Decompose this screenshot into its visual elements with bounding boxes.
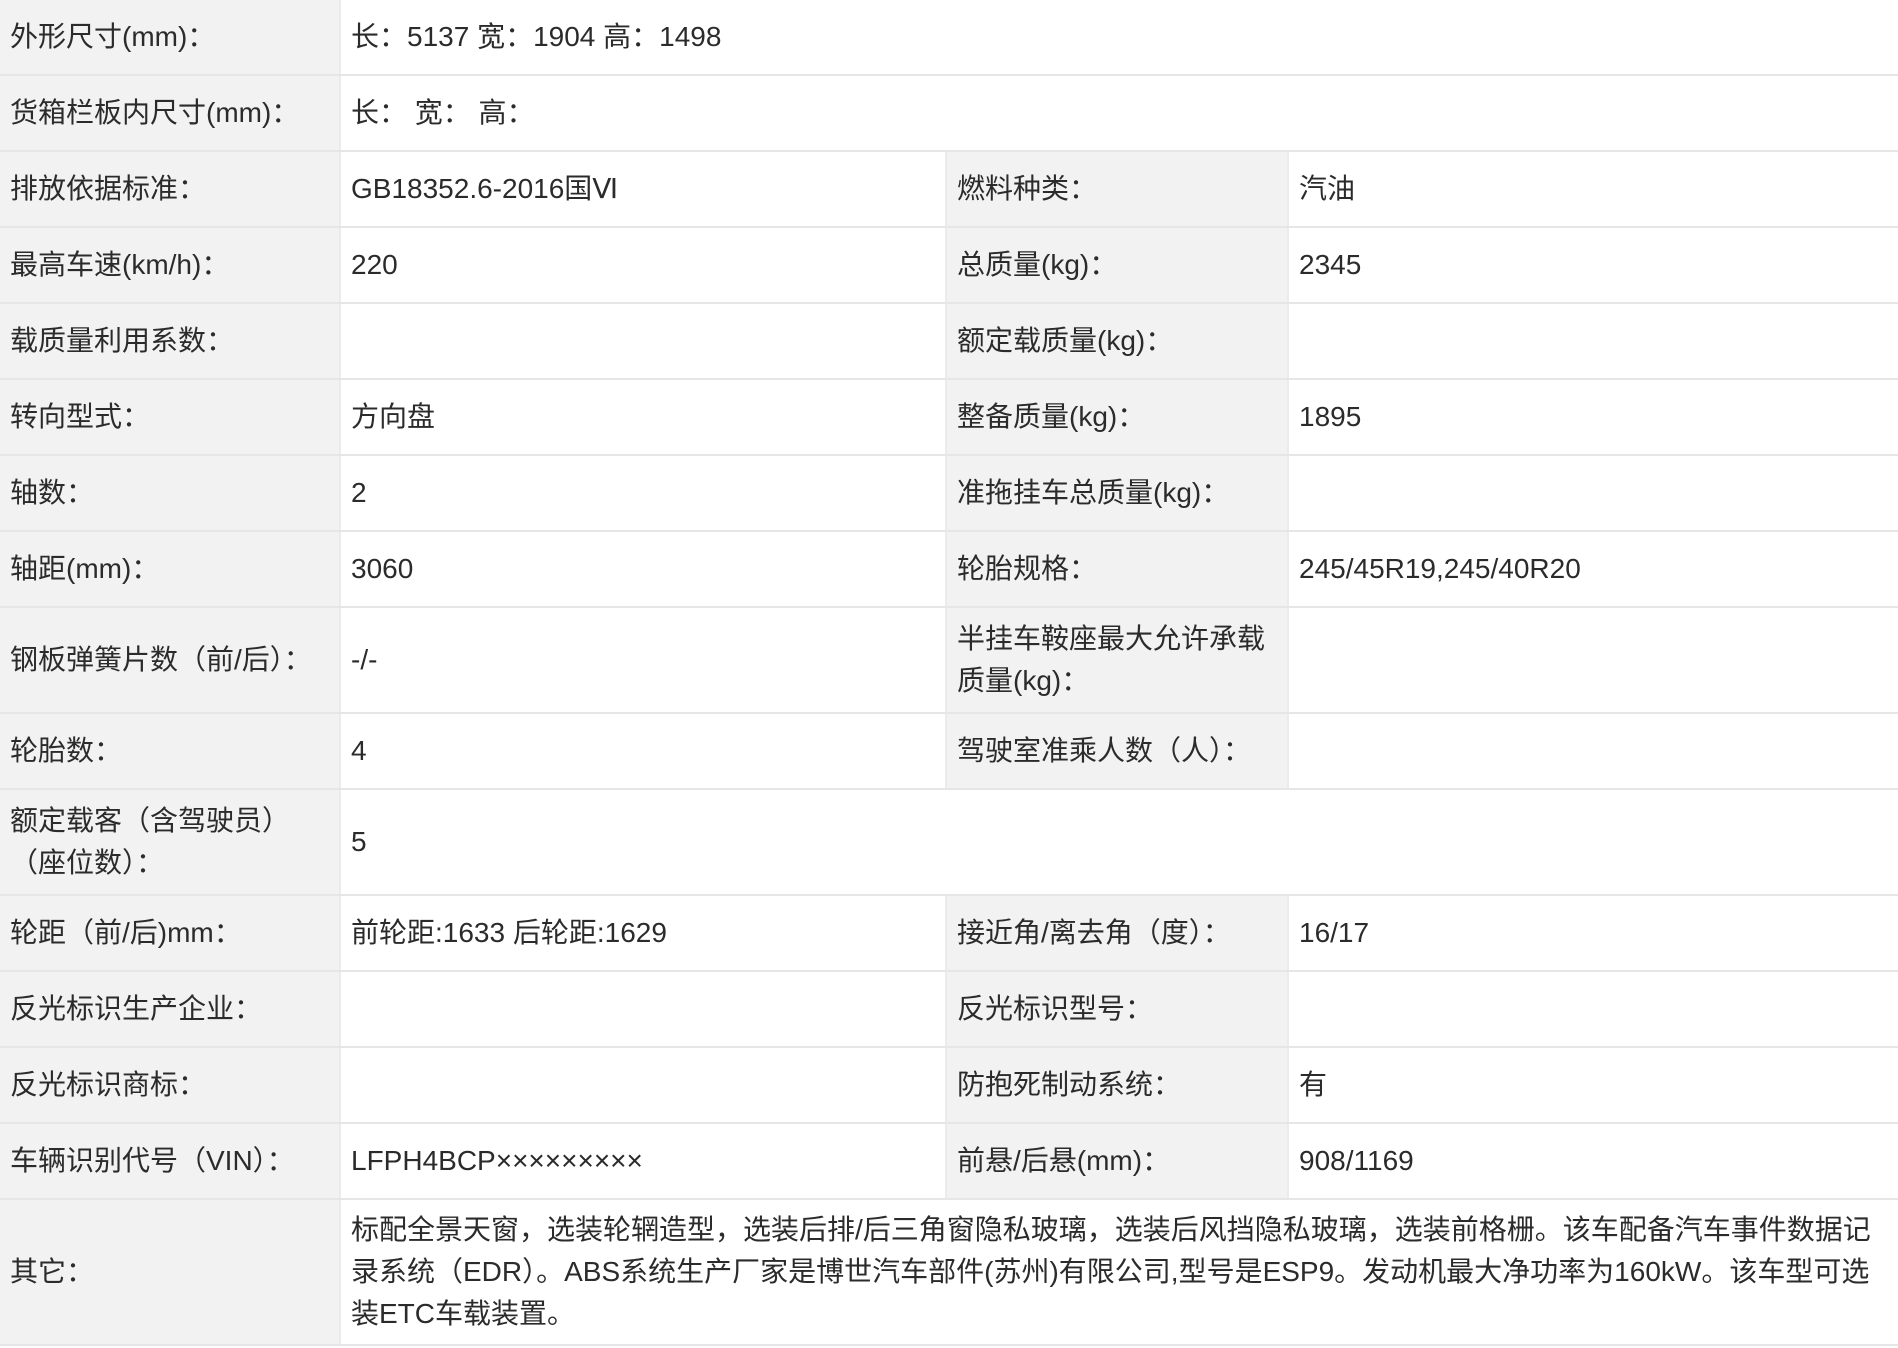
reflector-model-label: 反光标识型号： [946,971,1289,1048]
approach-departure-angle-label: 接近角/离去角（度）： [946,895,1289,972]
leaf-spring-count-label: 钢板弹簧片数（前/后）： [0,607,341,714]
seating-capacity-label: 额定载客（含驾驶员）（座位数）： [0,789,341,896]
table-row: 轴数： 2 准拖挂车总质量(kg)： [0,455,1898,532]
leaf-spring-count-value: -/- [340,607,947,714]
table-row: 排放依据标准： GB18352.6-2016国Ⅵ 燃料种类： 汽油 [0,151,1898,228]
table-row: 轮距（前/后)mm： 前轮距:1633 后轮距:1629 接近角/离去角（度）：… [0,895,1898,972]
tire-spec-value: 245/45R19,245/40R20 [1288,531,1898,608]
total-mass-label: 总质量(kg)： [946,227,1289,304]
trailer-mass-label: 准拖挂车总质量(kg)： [946,455,1289,532]
other-label: 其它： [0,1199,341,1346]
table-row: 其它： 标配全景天窗，选装轮辋造型，选装后排/后三角窗隐私玻璃，选装后风挡隐私玻… [0,1199,1898,1346]
load-utilization-value [340,303,947,380]
cargo-box-dimensions-value: 长： 宽： 高： [340,75,1898,152]
dimensions-value: 长：5137 宽：1904 高：1498 [340,0,1898,76]
emission-standard-value: GB18352.6-2016国Ⅵ [340,151,947,228]
wheelbase-label: 轴距(mm)： [0,531,341,608]
reflector-manufacturer-value [340,971,947,1048]
table-row: 反光标识商标： 防抱死制动系统： 有 [0,1047,1898,1124]
tire-spec-label: 轮胎规格： [946,531,1289,608]
wheelbase-value: 3060 [340,531,947,608]
axle-count-value: 2 [340,455,947,532]
table-row: 反光标识生产企业： 反光标识型号： [0,971,1898,1048]
vin-label: 车辆识别代号（VIN）： [0,1123,341,1200]
table-row: 额定载客（含驾驶员）（座位数）： 5 [0,789,1898,896]
vehicle-spec-table: 外形尺寸(mm)： 长：5137 宽：1904 高：1498 货箱栏板内尺寸(m… [0,0,1898,1346]
tire-count-label: 轮胎数： [0,713,341,790]
curb-mass-label: 整备质量(kg)： [946,379,1289,456]
reflector-manufacturer-label: 反光标识生产企业： [0,971,341,1048]
steering-type-label: 转向型式： [0,379,341,456]
table-row: 轮胎数： 4 驾驶室准乘人数（人）： [0,713,1898,790]
emission-standard-label: 排放依据标准： [0,151,341,228]
overhang-label: 前悬/后悬(mm)： [946,1123,1289,1200]
table-row: 钢板弹簧片数（前/后）： -/- 半挂车鞍座最大允许承载质量(kg)： [0,607,1898,714]
table-row: 车辆识别代号（VIN）： LFPH4BCP××××××××× 前悬/后悬(mm)… [0,1123,1898,1200]
max-speed-value: 220 [340,227,947,304]
fuel-type-value: 汽油 [1288,151,1898,228]
cargo-box-dimensions-label: 货箱栏板内尺寸(mm)： [0,75,341,152]
fuel-type-label: 燃料种类： [946,151,1289,228]
trailer-mass-value [1288,455,1898,532]
tire-count-value: 4 [340,713,947,790]
abs-label: 防抱死制动系统： [946,1047,1289,1124]
reflector-model-value [1288,971,1898,1048]
load-utilization-label: 载质量利用系数： [0,303,341,380]
dimensions-label: 外形尺寸(mm)： [0,0,341,76]
rated-load-value [1288,303,1898,380]
overhang-value: 908/1169 [1288,1123,1898,1200]
table-row: 载质量利用系数： 额定载质量(kg)： [0,303,1898,380]
track-width-value: 前轮距:1633 后轮距:1629 [340,895,947,972]
table-row: 货箱栏板内尺寸(mm)： 长： 宽： 高： [0,75,1898,152]
cab-capacity-value [1288,713,1898,790]
curb-mass-value: 1895 [1288,379,1898,456]
saddle-load-value [1288,607,1898,714]
abs-value: 有 [1288,1047,1898,1124]
total-mass-value: 2345 [1288,227,1898,304]
max-speed-label: 最高车速(km/h)： [0,227,341,304]
reflector-brand-label: 反光标识商标： [0,1047,341,1124]
other-value: 标配全景天窗，选装轮辋造型，选装后排/后三角窗隐私玻璃，选装后风挡隐私玻璃，选装… [340,1199,1898,1346]
cab-capacity-label: 驾驶室准乘人数（人）： [946,713,1289,790]
saddle-load-label: 半挂车鞍座最大允许承载质量(kg)： [946,607,1289,714]
table-row: 轴距(mm)： 3060 轮胎规格： 245/45R19,245/40R20 [0,531,1898,608]
vin-value: LFPH4BCP××××××××× [340,1123,947,1200]
table-row: 转向型式： 方向盘 整备质量(kg)： 1895 [0,379,1898,456]
track-width-label: 轮距（前/后)mm： [0,895,341,972]
seating-capacity-value: 5 [340,789,1898,896]
table-row: 外形尺寸(mm)： 长：5137 宽：1904 高：1498 [0,0,1898,76]
reflector-brand-value [340,1047,947,1124]
table-row: 最高车速(km/h)： 220 总质量(kg)： 2345 [0,227,1898,304]
axle-count-label: 轴数： [0,455,341,532]
approach-departure-angle-value: 16/17 [1288,895,1898,972]
steering-type-value: 方向盘 [340,379,947,456]
rated-load-label: 额定载质量(kg)： [946,303,1289,380]
